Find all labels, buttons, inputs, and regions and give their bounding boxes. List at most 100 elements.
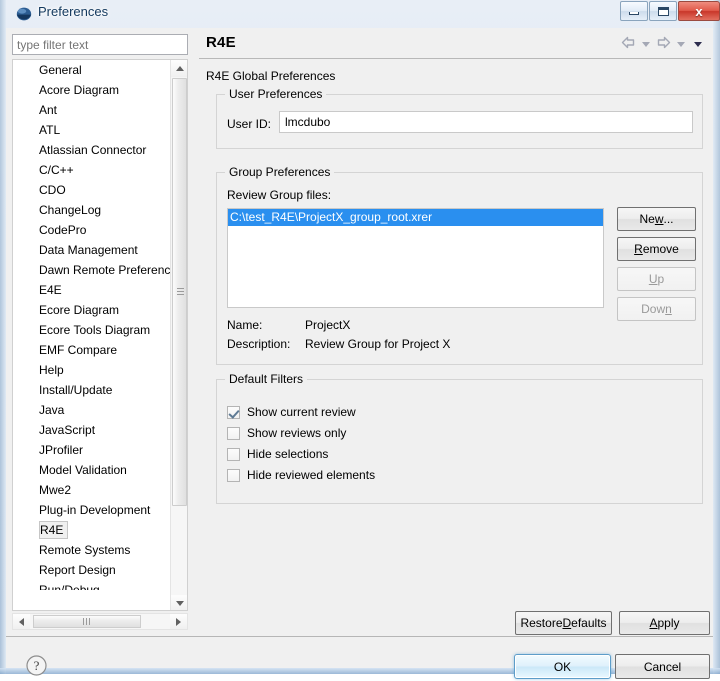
sidebar-item-mwe2[interactable]: Mwe2	[13, 480, 171, 500]
sidebar-item-install-update[interactable]: Install/Update	[13, 380, 171, 400]
apply-button[interactable]: Apply	[619, 611, 710, 635]
group-name-value: ProjectX	[305, 318, 351, 332]
sidebar-item-general[interactable]: General	[13, 60, 171, 80]
triangle-down-icon	[175, 601, 184, 606]
checkbox-unchecked-icon[interactable]	[227, 426, 240, 440]
up-button-label-post: p	[657, 272, 665, 286]
sidebar-item-ecore-tools-diagram[interactable]: Ecore Tools Diagram	[13, 320, 171, 340]
sidebar-item-emf-compare[interactable]: EMF Compare	[13, 340, 171, 360]
sidebar-item-c-cpp[interactable]: C/C++	[13, 160, 171, 180]
minimize-button[interactable]	[620, 1, 648, 21]
group-name-row: Name: ProjectX	[227, 318, 350, 332]
sidebar-item-model-validation[interactable]: Model Validation	[13, 460, 171, 480]
new-button[interactable]: Ne w...	[617, 207, 696, 231]
page-body: R4E Global Preferences User Preferences …	[199, 59, 711, 588]
sidebar-item-java[interactable]: Java	[13, 400, 171, 420]
new-button-mnemonic: w	[654, 212, 664, 226]
scroll-down-button[interactable]	[171, 595, 187, 610]
sidebar-item-r4e-row: R4E	[13, 520, 171, 540]
maximize-button[interactable]	[649, 1, 677, 21]
minimize-icon	[621, 2, 647, 20]
remove-button-mnemonic: R	[634, 242, 643, 256]
tree-vertical-scrollbar[interactable]	[170, 60, 187, 610]
user-id-label: User ID:	[227, 117, 272, 131]
close-glyph: x	[695, 3, 703, 19]
checkbox-label: Hide selections	[247, 447, 329, 461]
ok-button-label: OK	[553, 659, 572, 674]
cancel-button[interactable]: Cancel	[615, 654, 710, 679]
apply-label-post: pply	[657, 616, 680, 630]
new-button-label-post: ...	[663, 212, 674, 226]
new-button-label-pre: Ne	[639, 212, 655, 226]
default-filters-legend: Default Filters	[225, 372, 308, 386]
maximize-icon	[650, 2, 676, 20]
apply-mnemonic: A	[649, 616, 658, 630]
checkbox-hide-selections[interactable]: Hide selections	[227, 445, 328, 463]
svg-text:?: ?	[34, 658, 40, 673]
tree-horizontal-scroll-thumb[interactable]	[33, 615, 141, 628]
page-title: R4E	[206, 34, 236, 51]
close-button[interactable]: x	[678, 1, 720, 21]
tree-vertical-scroll-thumb[interactable]	[172, 78, 187, 506]
page-header: R4E	[199, 30, 711, 59]
review-group-files-list[interactable]: C:\test_R4E\ProjectX_group_root.xrer	[227, 208, 604, 308]
checkbox-show-current-review[interactable]: Show current review	[227, 403, 356, 421]
sidebar-item-codepro[interactable]: CodePro	[13, 220, 171, 240]
sidebar-item-ant[interactable]: Ant	[13, 100, 171, 120]
sidebar-item-report-design[interactable]: Report Design	[13, 560, 171, 580]
chevron-down-icon[interactable]	[677, 41, 685, 47]
sidebar-item-plug-in-development[interactable]: Plug-in Development	[13, 500, 171, 520]
sidebar-item-remote-systems[interactable]: Remote Systems	[13, 540, 171, 560]
title-bar[interactable]: Preferences x	[0, 0, 720, 28]
checkbox-label: Show current review	[247, 405, 356, 419]
checkbox-unchecked-icon[interactable]	[227, 468, 240, 482]
list-item[interactable]: C:\test_R4E\ProjectX_group_root.xrer	[228, 209, 603, 226]
sidebar-item-dawn-remote-preferences[interactable]: Dawn Remote Preferenc	[13, 260, 171, 280]
view-menu-chevron-down-icon[interactable]	[694, 41, 702, 47]
group-name-label: Name:	[227, 318, 263, 332]
group-preferences-legend: Group Preferences	[225, 165, 335, 179]
filter-input[interactable]	[12, 34, 188, 55]
checkbox-checked-icon[interactable]	[227, 405, 240, 419]
sidebar-item-acore-diagram[interactable]: Acore Diagram	[13, 80, 171, 100]
scroll-up-button[interactable]	[171, 60, 187, 77]
arrow-right-icon[interactable]	[656, 36, 671, 52]
review-group-files-label: Review Group files:	[227, 188, 332, 202]
checkbox-unchecked-icon[interactable]	[227, 447, 240, 461]
sidebar-item-run-debug[interactable]: Run/Debug	[13, 580, 171, 590]
sidebar-item-help[interactable]: Help	[13, 360, 171, 380]
triangle-right-icon	[176, 617, 181, 626]
window-edge-bottom	[0, 668, 720, 674]
checkbox-hide-reviewed-elements[interactable]: Hide reviewed elements	[227, 466, 375, 484]
chevron-down-icon[interactable]	[642, 41, 650, 47]
page-subtitle: R4E Global Preferences	[206, 69, 336, 83]
window-title: Preferences	[38, 4, 109, 19]
scroll-grip-icon	[177, 288, 184, 296]
down-button-label-pre: Dow	[641, 302, 666, 316]
sidebar-item-atlassian-connector[interactable]: Atlassian Connector	[13, 140, 171, 160]
tree-horizontal-scrollbar[interactable]	[12, 613, 188, 630]
sidebar-item-r4e[interactable]: R4E	[39, 521, 69, 539]
eclipse-sphere-icon	[16, 6, 32, 22]
triangle-up-icon	[175, 66, 184, 71]
sidebar-item-cdo[interactable]: CDO	[13, 180, 171, 200]
sidebar-item-ecore-diagram[interactable]: Ecore Diagram	[13, 300, 171, 320]
remove-button[interactable]: Remove	[617, 237, 696, 261]
ok-button[interactable]: OK	[514, 654, 611, 679]
scroll-right-button[interactable]	[170, 614, 187, 629]
sidebar-item-e4e[interactable]: E4E	[13, 280, 171, 300]
sidebar-item-changelog[interactable]: ChangeLog	[13, 200, 171, 220]
user-id-input[interactable]	[279, 111, 693, 133]
sidebar-item-atl[interactable]: ATL	[13, 120, 171, 140]
scroll-left-button[interactable]	[13, 614, 30, 629]
sidebar-item-data-management[interactable]: Data Management	[13, 240, 171, 260]
preference-tree[interactable]: General Acore Diagram Ant ATL Atlassian …	[12, 59, 188, 611]
sidebar-item-jprofiler[interactable]: JProfiler	[13, 440, 171, 460]
restore-defaults-mnemonic: D	[562, 616, 572, 630]
sidebar-item-javascript[interactable]: JavaScript	[13, 420, 171, 440]
arrow-left-icon[interactable]	[621, 36, 636, 52]
question-mark-icon[interactable]: ?	[24, 653, 49, 678]
checkbox-show-reviews-only[interactable]: Show reviews only	[227, 424, 346, 442]
checkbox-label: Show reviews only	[247, 426, 347, 440]
restore-defaults-button[interactable]: Restore Defaults	[515, 611, 612, 635]
